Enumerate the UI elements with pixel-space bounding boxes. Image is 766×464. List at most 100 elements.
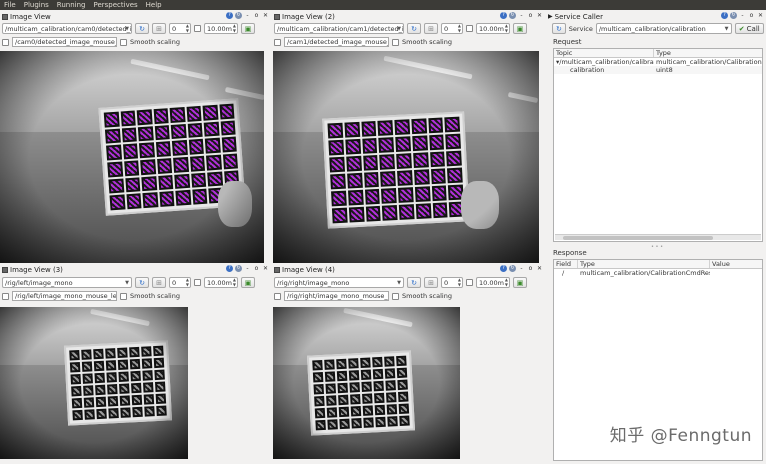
spin-box[interactable]: 0 ▲ ▼ xyxy=(169,23,191,34)
help-icon[interactable]: ? xyxy=(721,12,728,19)
close-icon[interactable]: ✕ xyxy=(536,265,543,272)
menu-file[interactable]: File xyxy=(4,1,16,9)
save-image-button[interactable]: ▣ xyxy=(513,277,527,288)
horizontal-scrollbar[interactable] xyxy=(555,234,761,240)
spin-arrows-icon: ▲ ▼ xyxy=(504,23,508,33)
close-icon[interactable]: ✕ xyxy=(262,265,269,272)
request-row[interactable]: calibration uint8 xyxy=(554,66,762,74)
float-icon[interactable]: o xyxy=(748,12,755,19)
smooth-label: Smooth scaling xyxy=(402,38,452,46)
splitter-handle-icon[interactable]: • • • xyxy=(651,244,663,250)
float-icon[interactable]: o xyxy=(527,12,534,19)
refresh-button[interactable]: ↻ xyxy=(135,23,149,34)
camera-image-1[interactable] xyxy=(0,51,264,263)
save-image-button[interactable]: ▣ xyxy=(241,23,255,34)
max-value-field[interactable]: 10.00m ▲ ▼ xyxy=(476,277,510,288)
max-value-field[interactable]: 10.00m ▲ ▼ xyxy=(204,277,238,288)
reload-icon[interactable]: ↻ xyxy=(509,265,516,272)
response-row[interactable]: / multicam_calibration/CalibrationCmdRes… xyxy=(554,269,762,277)
smooth-checkbox[interactable] xyxy=(120,292,127,300)
spin-box[interactable]: 0 ▲ ▼ xyxy=(441,23,463,34)
minimize-icon[interactable]: - xyxy=(244,12,251,19)
zoom-button[interactable]: ⊞ xyxy=(424,277,438,288)
column-type[interactable]: Type xyxy=(578,260,710,268)
zoom-button[interactable]: ⊞ xyxy=(152,23,166,34)
menu-bar: File Plugins Running Perspectives Help xyxy=(0,0,766,10)
reload-icon[interactable]: ↻ xyxy=(730,12,737,19)
spin-box[interactable]: 0 ▲ ▼ xyxy=(169,277,191,288)
float-icon[interactable]: o xyxy=(527,265,534,272)
refresh-services-button[interactable]: ↻ xyxy=(552,23,566,34)
scrollbar-thumb[interactable] xyxy=(563,236,713,240)
max-value-field[interactable]: 10.00m ▲ ▼ xyxy=(204,23,238,34)
spin-box[interactable]: 0 ▲ ▼ xyxy=(441,277,463,288)
smooth-checkbox[interactable] xyxy=(392,292,399,300)
topic-select[interactable]: /multicam_calibration/cam0/detected_imag… xyxy=(2,23,132,34)
camera-image-2[interactable] xyxy=(273,51,539,263)
max-checkbox[interactable] xyxy=(194,25,201,32)
minimize-icon[interactable]: - xyxy=(244,265,251,272)
zoom-button[interactable]: ⊞ xyxy=(152,277,166,288)
help-icon[interactable]: ? xyxy=(500,12,507,19)
column-type[interactable]: Type xyxy=(654,49,762,57)
spin-arrows-icon: ▲ ▼ xyxy=(457,277,461,287)
save-image-button[interactable]: ▣ xyxy=(241,277,255,288)
float-icon[interactable]: o xyxy=(253,265,260,272)
close-icon[interactable]: ✕ xyxy=(262,12,269,19)
max-value-field[interactable]: 10.00m ▲ ▼ xyxy=(476,23,510,34)
reload-icon[interactable]: ↻ xyxy=(509,12,516,19)
topic-select[interactable]: /rig/left/image_mono ▼ xyxy=(2,277,132,288)
column-value[interactable]: Value xyxy=(710,260,762,268)
menu-perspectives[interactable]: Perspectives xyxy=(93,1,137,9)
max-checkbox[interactable] xyxy=(466,279,473,286)
image-view-1-panel: Image View ? ↻ - o ✕ /multicam_calibrati… xyxy=(0,11,271,263)
smooth-checkbox[interactable] xyxy=(392,38,399,46)
menu-running[interactable]: Running xyxy=(57,1,86,9)
refresh-button[interactable]: ↻ xyxy=(135,277,149,288)
max-checkbox[interactable] xyxy=(194,279,201,286)
mouse-topic-field[interactable]: /cam0/detected_image_mouse_left xyxy=(12,37,117,47)
mouse-checkbox[interactable] xyxy=(2,292,9,300)
topic-select[interactable]: /rig/right/image_mono ▼ xyxy=(274,277,404,288)
camera-image-4[interactable] xyxy=(273,307,460,459)
image-view-1-title: Image View xyxy=(10,12,51,21)
chevron-down-icon: ▼ xyxy=(397,280,401,286)
refresh-button[interactable]: ↻ xyxy=(407,277,421,288)
help-icon[interactable]: ? xyxy=(226,12,233,19)
refresh-button[interactable]: ↻ xyxy=(407,23,421,34)
topic-select[interactable]: /multicam_calibration/cam1/detected_imag… xyxy=(274,23,404,34)
spin-arrows-icon: ▲ ▼ xyxy=(185,277,189,287)
zoom-button[interactable]: ⊞ xyxy=(424,23,438,34)
mouse-checkbox[interactable] xyxy=(274,292,281,300)
float-icon[interactable]: o xyxy=(253,12,260,19)
help-icon[interactable]: ? xyxy=(500,265,507,272)
request-row[interactable]: ▾/multicam_calibration/calibration multi… xyxy=(554,58,762,66)
smooth-checkbox[interactable] xyxy=(120,38,127,46)
request-label: Request xyxy=(553,38,582,46)
reload-icon[interactable]: ↻ xyxy=(235,12,242,19)
close-icon[interactable]: ✕ xyxy=(536,12,543,19)
menu-plugins[interactable]: Plugins xyxy=(24,1,49,9)
image-view-3-panel: Image View (3) ? ↻ - o ✕ /rig/left/image… xyxy=(0,264,271,464)
mouse-checkbox[interactable] xyxy=(2,38,9,46)
spin-value: 0 xyxy=(444,278,449,287)
call-button[interactable]: ✔ Call xyxy=(734,23,765,34)
mouse-topic-field[interactable]: /rig/right/image_mono_mouse_left xyxy=(284,291,389,301)
minimize-icon[interactable]: - xyxy=(739,12,746,19)
column-field[interactable]: Field xyxy=(554,260,578,268)
service-select[interactable]: /multicam_calibration/calibration ▼ xyxy=(595,23,732,34)
max-checkbox[interactable] xyxy=(466,25,473,32)
column-topic[interactable]: Topic xyxy=(554,49,654,57)
reload-icon[interactable]: ↻ xyxy=(235,265,242,272)
mouse-checkbox[interactable] xyxy=(274,38,281,46)
mouse-topic-field[interactable]: /rig/left/image_mono_mouse_left xyxy=(12,291,117,301)
close-icon[interactable]: ✕ xyxy=(757,12,764,19)
help-icon[interactable]: ? xyxy=(226,265,233,272)
minimize-icon[interactable]: - xyxy=(518,12,525,19)
request-tree[interactable]: Topic Type ▾/multicam_calibration/calibr… xyxy=(553,48,763,242)
mouse-topic-field[interactable]: /cam1/detected_image_mouse_left xyxy=(284,37,389,47)
save-image-button[interactable]: ▣ xyxy=(513,23,527,34)
menu-help[interactable]: Help xyxy=(146,1,162,9)
minimize-icon[interactable]: - xyxy=(518,265,525,272)
camera-image-3[interactable] xyxy=(0,307,188,459)
